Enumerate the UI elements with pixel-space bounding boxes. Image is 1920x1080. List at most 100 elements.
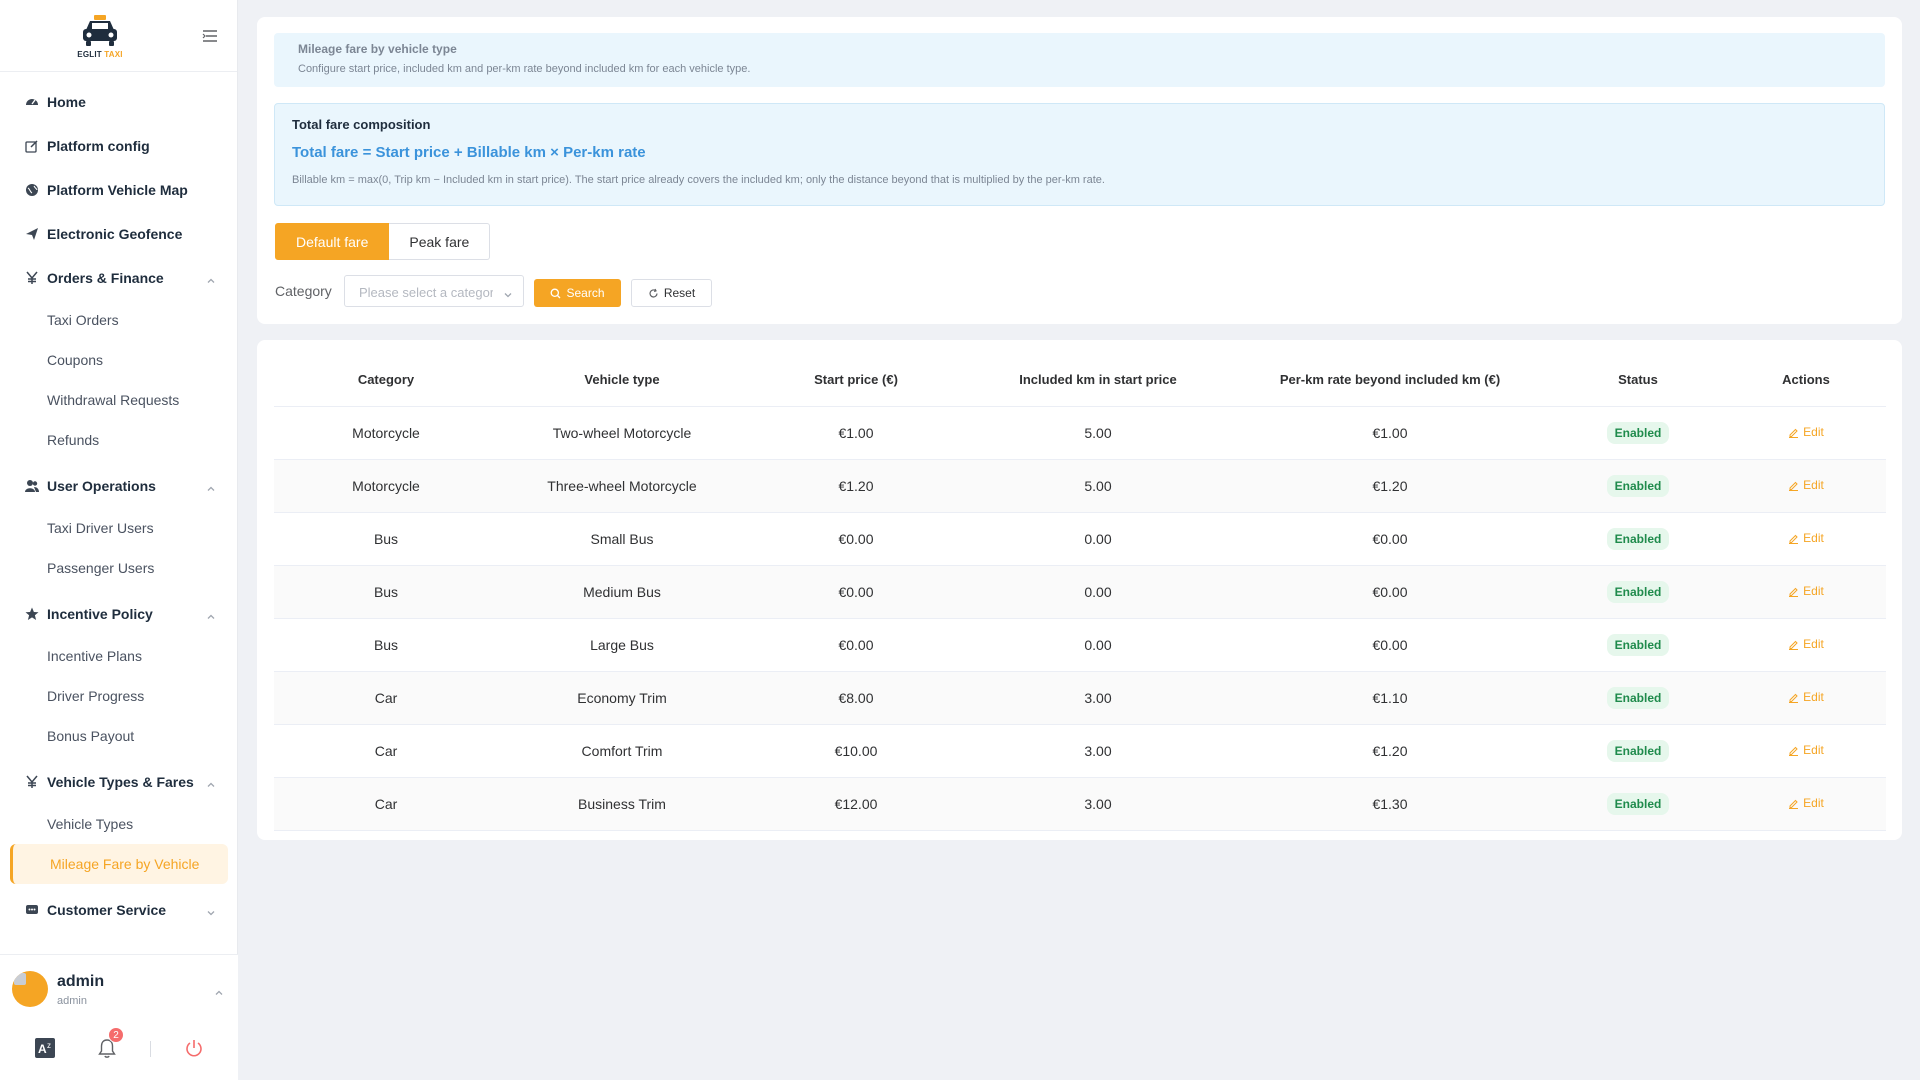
reset-button[interactable]: Reset [631, 279, 712, 307]
formula-box: Total fare composition Total fare = Star… [274, 103, 1885, 206]
cell-per-km-rate: €0.00 [1230, 512, 1550, 566]
table-row: Car Comfort Trim €10.00 3.00 €1.20 Enabled Edi… [274, 724, 1886, 778]
table-body: Motorcycle Two-wheel Motorcycle €1.00 5.00 €… [274, 406, 1886, 831]
tab-peak-fare[interactable]: Peak fare [389, 223, 491, 260]
fare-table-panel: Category Vehicle type Start price (€) In… [257, 340, 1902, 840]
edit-pencil-icon [1788, 533, 1803, 544]
cell-per-km-rate: €1.30 [1230, 777, 1550, 831]
cell-per-km-rate: €0.00 [1230, 565, 1550, 619]
cell-status: Enabled [1550, 671, 1726, 725]
menu-vehicle-types-fares[interactable]: Vehicle Types & Fares [0, 760, 238, 804]
menu-orders-finance[interactable]: Orders & Finance [0, 256, 238, 300]
language-icon[interactable]: Az [34, 1037, 56, 1059]
header-included-km: Included km in start price [966, 354, 1230, 407]
chevron-up-icon[interactable] [214, 985, 224, 1003]
chevron-up-icon [206, 777, 216, 793]
header-status: Status [1550, 354, 1726, 407]
submenu-item-bonus-payout[interactable]: Bonus Payout [0, 716, 238, 756]
submenu-item-driver-progress[interactable]: Driver Progress [0, 676, 238, 716]
table-row: Bus Large Bus €0.00 0.00 €0.00 Enabled Edit [274, 618, 1886, 672]
cell-per-km-rate: €1.20 [1230, 459, 1550, 513]
menu-label: User Operations [47, 478, 156, 494]
table-row: Car Business Trim €12.00 3.00 €1.30 Enabled Ed… [274, 777, 1886, 831]
table-row: Motorcycle Three-wheel Motorcycle €1.20 5.0… [274, 459, 1886, 513]
menu-user-operations[interactable]: User Operations [0, 464, 238, 508]
cell-start-price: €1.20 [746, 459, 966, 513]
cell-start-price: €0.00 [746, 512, 966, 566]
cell-vehicle-type: Two-wheel Motorcycle [498, 406, 746, 460]
submenu-item-passenger-users[interactable]: Passenger Users [0, 548, 238, 588]
yen-icon [24, 774, 40, 790]
menu-label: Orders & Finance [47, 270, 164, 286]
brand-name: EGLIT TAXI [77, 50, 123, 59]
edit-label: Edit [1803, 425, 1824, 439]
yen-icon [24, 270, 40, 286]
menu-home[interactable]: Home [0, 80, 238, 124]
avatar[interactable] [12, 971, 48, 1007]
formula-main: Total fare = Start price + Billable km ×… [292, 144, 646, 161]
svg-text:z: z [47, 1041, 51, 1050]
user-name: admin [57, 973, 105, 990]
edit-label: Edit [1803, 796, 1824, 810]
menu-incentive-policy[interactable]: Incentive Policy [0, 592, 238, 636]
edit-button[interactable]: Edit [1788, 531, 1824, 545]
fare-tabs: Default fare Peak fare [275, 223, 491, 260]
submenu-item-taxi-orders[interactable]: Taxi Orders [0, 300, 238, 340]
cell-start-price: €8.00 [746, 671, 966, 725]
cell-per-km-rate: €1.10 [1230, 671, 1550, 725]
edit-button[interactable]: Edit [1788, 637, 1824, 651]
menu-label: Customer Service [47, 902, 167, 918]
status-badge: Enabled [1606, 633, 1670, 656]
cell-category: Motorcycle [274, 459, 498, 513]
brand-logo[interactable]: EGLIT TAXI [74, 14, 126, 59]
submenu-item-withdrawal-requests[interactable]: Withdrawal Requests [0, 380, 238, 420]
send-icon [24, 226, 40, 242]
status-badge: Enabled [1606, 474, 1670, 497]
edit-button[interactable]: Edit [1788, 478, 1824, 492]
cell-actions: Edit [1726, 459, 1886, 513]
category-select[interactable]: Please select a category [344, 275, 524, 307]
cell-category: Car [274, 724, 498, 778]
status-badge: Enabled [1606, 686, 1670, 709]
search-button[interactable]: Search [534, 279, 621, 307]
cell-category: Car [274, 777, 498, 831]
dashboard-icon [24, 94, 40, 110]
menu-label: Home [47, 94, 86, 110]
menu-platform-config[interactable]: Platform config [0, 124, 238, 168]
menu-customer-service[interactable]: Customer Service [0, 888, 238, 932]
edit-button[interactable]: Edit [1788, 425, 1824, 439]
submenu-item-refunds[interactable]: Refunds [0, 420, 238, 460]
submenu-item-taxi-driver-users[interactable]: Taxi Driver Users [0, 508, 238, 548]
fare-table: Category Vehicle type Start price (€) In… [274, 354, 1886, 831]
tab-default-fare[interactable]: Default fare [275, 223, 390, 260]
edit-button[interactable]: Edit [1788, 743, 1824, 757]
chevron-down-icon [503, 287, 513, 305]
chevron-down-icon [206, 905, 216, 921]
table-row: Motorcycle Two-wheel Motorcycle €1.00 5.00 €… [274, 406, 1886, 460]
cell-status: Enabled [1550, 618, 1726, 672]
menu-label: Electronic Geofence [47, 226, 183, 242]
edit-button[interactable]: Edit [1788, 796, 1824, 810]
submenu-item-mileage-fare-by-vehicle[interactable]: Mileage Fare by Vehicle [10, 844, 228, 884]
submenu-item-coupons[interactable]: Coupons [0, 340, 238, 380]
chevron-up-icon [206, 273, 216, 289]
edit-pencil-icon [1788, 639, 1803, 650]
menu-electronic-geofence[interactable]: Electronic Geofence [0, 212, 238, 256]
user-role: admin [57, 995, 87, 1007]
users-icon [24, 478, 40, 494]
sidebar-menu: Home Platform config Platform Vehicle Map E… [0, 80, 238, 952]
cell-included-km: 3.00 [966, 724, 1230, 778]
submenu-item-incentive-plans[interactable]: Incentive Plans [0, 636, 238, 676]
star-icon [24, 606, 40, 622]
edit-label: Edit [1803, 584, 1824, 598]
edit-label: Edit [1803, 478, 1824, 492]
submenu-item-vehicle-types[interactable]: Vehicle Types [0, 804, 238, 844]
cell-status: Enabled [1550, 406, 1726, 460]
chevron-up-icon [206, 609, 216, 625]
menu-platform-vehicle-map[interactable]: Platform Vehicle Map [0, 168, 238, 212]
sidebar-collapse-icon[interactable] [201, 27, 219, 45]
table-header-row: Category Vehicle type Start price (€) In… [274, 354, 1886, 407]
edit-button[interactable]: Edit [1788, 584, 1824, 598]
power-icon[interactable] [183, 1037, 205, 1059]
edit-button[interactable]: Edit [1788, 690, 1824, 704]
